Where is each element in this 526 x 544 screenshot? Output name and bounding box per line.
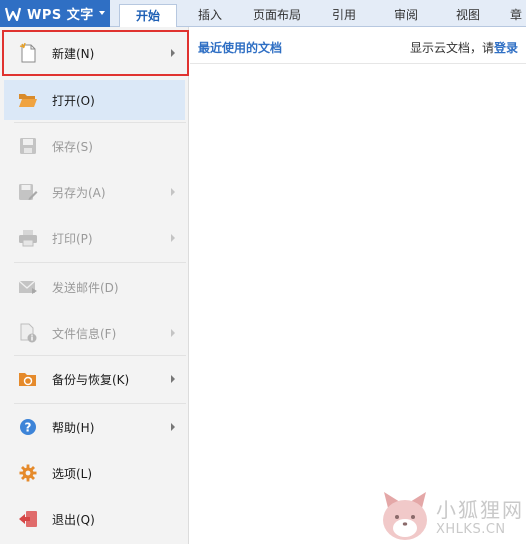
print-icon bbox=[18, 228, 38, 248]
menu-item-label: 保存(S) bbox=[52, 139, 93, 154]
mail-icon bbox=[18, 277, 38, 297]
open-folder-icon bbox=[18, 90, 38, 110]
menu-item-save[interactable]: 保存(S) bbox=[4, 126, 185, 166]
menu-item-label: 另存为(A) bbox=[52, 185, 106, 200]
chevron-right-icon bbox=[171, 375, 175, 383]
app-title: WPS 文字 bbox=[27, 8, 94, 23]
wps-app-menu-button[interactable]: WPS 文字 bbox=[0, 0, 110, 27]
wps-logo-icon bbox=[5, 7, 21, 21]
menu-item-label: 备份与恢复(K) bbox=[52, 372, 130, 387]
menu-item-open[interactable]: 打开(O) bbox=[4, 80, 185, 120]
tab-page-layout[interactable]: 页面布局 bbox=[246, 4, 308, 27]
menu-item-label: 退出(Q) bbox=[52, 512, 95, 527]
login-link[interactable]: 登录 bbox=[494, 41, 518, 55]
tab-start[interactable]: 开始 bbox=[119, 4, 177, 28]
help-icon: ? bbox=[18, 417, 38, 437]
backup-restore-icon bbox=[18, 369, 38, 389]
tab-chapter[interactable]: 章 bbox=[506, 4, 526, 27]
menu-item-send-mail[interactable]: 发送邮件(D) bbox=[4, 267, 185, 307]
menu-item-label: 打开(O) bbox=[52, 93, 95, 108]
watermark-domain: XHLKS.CN bbox=[436, 522, 506, 537]
highlight-box bbox=[2, 30, 189, 76]
tab-view[interactable]: 视图 bbox=[444, 4, 492, 27]
cloud-docs-hint: 显示云文档，请登录 bbox=[410, 39, 518, 56]
menu-item-options[interactable]: 选项(L) bbox=[4, 453, 185, 493]
menu-item-file-info[interactable]: 文件信息(F) bbox=[4, 313, 185, 353]
save-icon bbox=[18, 136, 38, 156]
menu-item-help[interactable]: ? 帮助(H) bbox=[4, 407, 185, 447]
menu-item-save-as[interactable]: 另存为(A) bbox=[4, 172, 185, 212]
tab-references[interactable]: 引用 bbox=[320, 4, 368, 27]
recent-header-divider bbox=[190, 63, 526, 64]
file-info-icon bbox=[18, 323, 38, 343]
menu-separator bbox=[14, 262, 186, 263]
menu-item-label: 打印(P) bbox=[52, 231, 93, 246]
tab-insert[interactable]: 插入 bbox=[186, 4, 234, 27]
menu-item-label: 文件信息(F) bbox=[52, 326, 117, 341]
chevron-down-icon bbox=[99, 11, 105, 15]
menu-separator bbox=[14, 355, 186, 356]
save-as-icon bbox=[18, 182, 38, 202]
tab-review[interactable]: 审阅 bbox=[382, 4, 430, 27]
chevron-right-icon bbox=[171, 188, 175, 196]
recent-documents-title: 最近使用的文档 bbox=[198, 41, 283, 55]
chevron-right-icon bbox=[171, 329, 175, 337]
menu-item-print[interactable]: 打印(P) bbox=[4, 218, 185, 258]
chevron-right-icon bbox=[171, 234, 175, 242]
ribbon-tab-bar: WPS 文字 开始 插入 页面布局 引用 审阅 视图 章 bbox=[0, 0, 526, 28]
watermark-text: 小狐狸网 bbox=[436, 498, 524, 522]
menu-item-backup-restore[interactable]: 备份与恢复(K) bbox=[4, 359, 185, 399]
svg-text:?: ? bbox=[25, 421, 32, 435]
menu-item-label: 选项(L) bbox=[52, 466, 93, 481]
gear-icon bbox=[18, 463, 38, 483]
menu-item-label: 帮助(H) bbox=[52, 420, 95, 435]
menu-item-label: 发送邮件(D) bbox=[52, 280, 119, 295]
chevron-right-icon bbox=[171, 423, 175, 431]
menu-separator bbox=[14, 122, 186, 123]
menu-item-exit[interactable]: 退出(Q) bbox=[4, 499, 185, 539]
cloud-hint-text: 显示云文档，请 bbox=[409, 41, 494, 55]
menu-separator bbox=[14, 403, 186, 404]
exit-icon bbox=[18, 509, 38, 529]
